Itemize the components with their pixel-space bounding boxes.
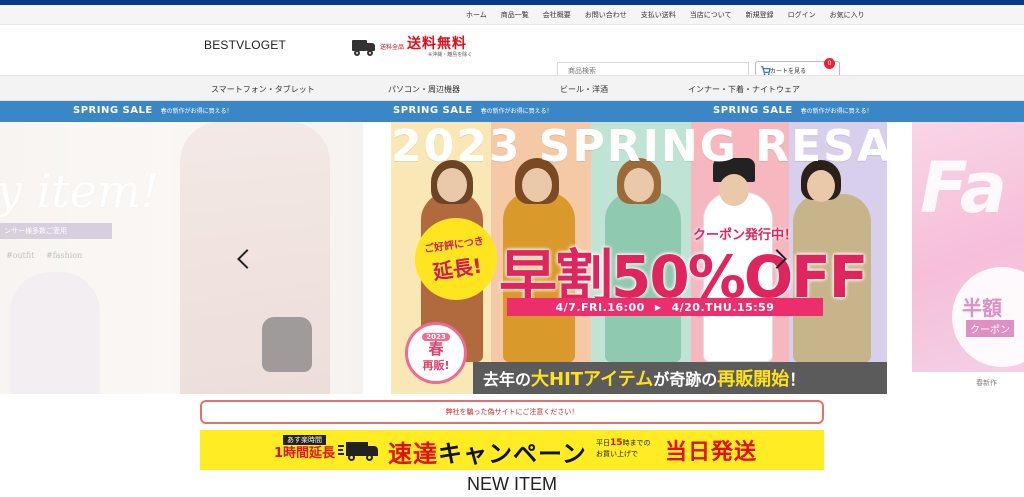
sale-title: SPRING SALE xyxy=(393,105,473,116)
util-link-register[interactable]: 新規登録 xyxy=(746,10,774,20)
shipping-small-text: 送料全品 xyxy=(380,43,405,51)
category-smartphone[interactable]: スマートフォン・タブレット xyxy=(211,84,315,95)
site-header: BESTVLOGET 送料全品 送料無料 ※沖縄・離島を除く 検索 カートを見る… xyxy=(0,25,1024,99)
util-link-contact[interactable]: お問い合わせ xyxy=(585,10,627,20)
utility-nav: ホーム 商品一覧 会社概要 お問い合わせ 支払い送料 当店について 新規登録 ロ… xyxy=(466,5,865,25)
play-arrow-icon: ▶ xyxy=(654,302,662,312)
sale-subtitle: 春の新作がお得に買える！ xyxy=(480,108,553,115)
campaign-title: 速達キャンペーン xyxy=(388,440,587,468)
site-logo[interactable]: BESTVLOGET xyxy=(204,38,286,52)
category-inner[interactable]: インナー・下着・ナイトウェア xyxy=(688,84,800,95)
sale-subtitle: 春の新作がお得に買える！ xyxy=(160,108,233,115)
slide-next[interactable]: Fa 半額 クーポン 春新作 xyxy=(912,122,1024,394)
util-link-company[interactable]: 会社概要 xyxy=(543,10,571,20)
free-shipping-banner: 送料全品 送料無料 ※沖縄・離島を除く xyxy=(352,33,472,61)
util-link-login[interactable]: ログイン xyxy=(788,10,816,20)
sale-subtitle: 春の新作がお得に買える！ xyxy=(800,108,873,115)
util-link-about[interactable]: 当店について xyxy=(690,10,732,20)
sale-start: 4/7.FRI.16:00 xyxy=(555,300,645,314)
delivery-truck-icon xyxy=(338,440,382,462)
shipping-note: ※沖縄・離島を除く xyxy=(428,51,473,58)
slide-previous[interactable]: y item! ンサー様多数ご愛用 #outfit #fashion xyxy=(0,122,363,394)
cart-count-badge: 0 xyxy=(824,58,835,69)
sale-banner-2: SPRING SALE 春の新作がお得に買える！ xyxy=(393,105,552,116)
resale-caption: 去年の 大HITアイテム が奇跡の 再販開始 ！ xyxy=(473,362,887,394)
util-link-payment[interactable]: 支払い送料 xyxy=(641,10,676,20)
spring-sale-bar[interactable]: SPRING SALE 春の新作がお得に買える！ SPRING SALE 春の新… xyxy=(0,101,1024,122)
express-campaign-banner[interactable]: あす楽時間 1時間延長 速達キャンペーン 平日15時までの お買い上げで 当日発… xyxy=(200,430,824,470)
util-link-products[interactable]: 商品一覧 xyxy=(501,10,529,20)
fraud-warning-banner[interactable]: 弊社を騙った偽サイトにご注意ください！ xyxy=(200,400,824,424)
category-beer[interactable]: ビール・洋酒 xyxy=(560,84,608,95)
utility-bar: ホーム 商品一覧 会社概要 お問い合わせ 支払い送料 当店について 新規登録 ロ… xyxy=(0,5,1024,25)
sale-end: 4/20.THU.15:59 xyxy=(671,300,775,314)
sale-banner-3: SPRING SALE 春の新作がお得に買える！ xyxy=(713,105,872,116)
extension-label: あす楽時間 1時間延長 xyxy=(274,435,336,461)
sale-banner-1: SPRING SALE 春の新作がお得に買える！ xyxy=(73,105,232,116)
shipping-big-text: 送料無料 xyxy=(407,35,468,52)
category-nav: スマートフォン・タブレット パソコン・周辺機器 ビール・洋酒 インナー・下着・ナ… xyxy=(0,75,1024,101)
resale-badge: 2023 春 再販! xyxy=(405,322,467,384)
same-day-shipping: 当日発送 xyxy=(665,440,758,465)
section-title-new-item: NEW ITEM xyxy=(467,474,557,494)
slide-current[interactable]: 2023 SPRING RESALE ご好評につき 延長! クーポン発行中！ 早… xyxy=(391,122,887,394)
category-pc[interactable]: パソコン・周辺機器 xyxy=(388,84,460,95)
slide-headline: 2023 SPRING RESALE xyxy=(391,122,887,172)
campaign-condition: 平日15時までの お買い上げで xyxy=(596,438,651,458)
hero-carousel[interactable]: y item! ンサー様多数ご愛用 #outfit #fashion 2023 … xyxy=(0,122,1024,394)
util-link-favorites[interactable]: お気に入り xyxy=(830,10,865,20)
sale-title: SPRING SALE xyxy=(73,105,153,116)
util-link-home[interactable]: ホーム xyxy=(466,10,487,20)
cart-label: カートを見る xyxy=(770,68,807,75)
sale-period: 4/7.FRI.16:00 ▶ 4/20.THU.15:59 xyxy=(507,298,823,316)
truck-icon xyxy=(352,38,376,56)
sale-title: SPRING SALE xyxy=(713,105,793,116)
